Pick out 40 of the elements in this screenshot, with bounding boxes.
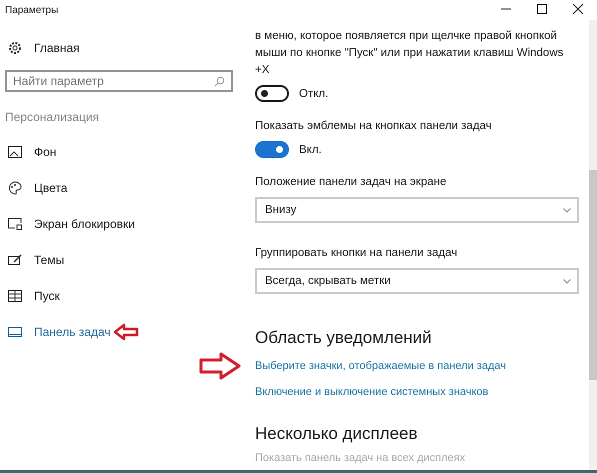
dropdown[interactable]: Внизу [255,197,579,223]
nav-item[interactable]: Панель задач [0,314,245,350]
setting-label: Положение панели задач на экране [255,175,448,190]
annotation-arrow [199,352,241,380]
nav-item[interactable]: Цвета [0,170,245,206]
search-icon [214,76,225,87]
setting-label: Группировать кнопки на панели задач [255,246,458,261]
gear-icon [8,41,22,55]
lock-screen-icon [8,218,22,230]
section-heading: Несколько дисплеев [255,424,419,444]
start-grid-icon [8,290,22,302]
annotation-arrow [112,323,139,341]
settings-link[interactable]: Выберите значки, отображаемые в панели задач [255,360,506,372]
section-heading: Персонализация [4,109,100,126]
nav-item[interactable]: Пуск [0,278,245,314]
settings-link[interactable]: Включение и выключение системных значков [255,386,488,398]
picture-frame-icon [8,146,22,158]
dropdown[interactable]: Всегда, скрывать метки [255,268,579,294]
setting-label: в меню, которое появляется при щелчке правой кнопкой мыши по кнопке "Пуск" или при нажатии клавиш Windows +X [255,29,564,78]
section-heading: Область уведомлений [255,328,433,348]
toggle-switch[interactable] [255,141,289,158]
home-nav-item[interactable]: Главная [0,30,245,66]
palette-icon [8,181,22,195]
toggle-state: Вкл. [299,144,322,156]
toggle-switch[interactable] [255,85,289,102]
toggle-state: Откл. [299,88,328,100]
maximize-icon[interactable] [537,4,547,14]
close-icon[interactable] [573,4,583,14]
chevron-icon [563,278,571,284]
setting-label: Показать эмблемы на кнопках панели задач [255,119,493,134]
brush-monitor-icon [8,254,22,266]
nav-item[interactable]: Темы [0,242,245,278]
search-field[interactable]: Найти параметр [5,70,233,92]
taskbar-icon [8,327,22,337]
window-title: Параметры [4,4,60,18]
nav-item[interactable]: Фон [0,134,245,170]
disabled-label: Показать панель задач на всех дисплеях [255,452,466,464]
nav-item[interactable]: Экран блокировки [0,206,245,242]
chevron-icon [563,208,571,212]
scrollbar[interactable] [589,20,597,470]
